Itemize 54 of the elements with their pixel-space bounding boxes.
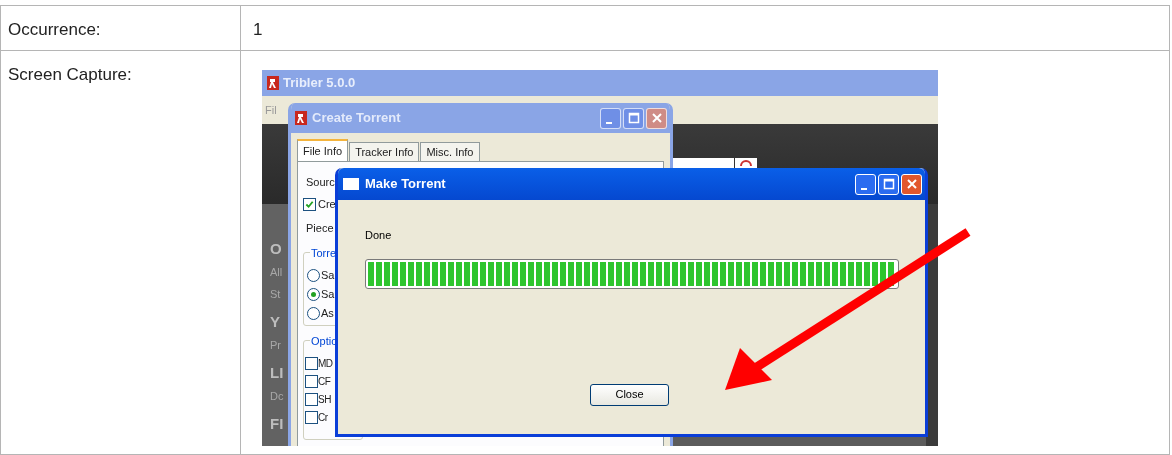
tab[interactable]: Misc. Info bbox=[420, 142, 480, 161]
checkmark-icon bbox=[305, 199, 314, 209]
checkbox-label: CF bbox=[318, 374, 331, 389]
checkbox-label: MD bbox=[318, 356, 333, 371]
sidebar-heading: Y bbox=[270, 313, 281, 331]
checkbox[interactable] bbox=[303, 197, 316, 211]
radio-label: Sa bbox=[321, 286, 335, 302]
row-value: 1 bbox=[253, 20, 263, 39]
checkbox[interactable] bbox=[305, 410, 318, 424]
checkbox[interactable] bbox=[305, 356, 318, 370]
minimize-icon bbox=[860, 187, 867, 190]
maximize-button[interactable] bbox=[878, 173, 899, 195]
sidebar-heading: LI bbox=[270, 364, 285, 382]
field-label: Sourc bbox=[306, 175, 335, 190]
sidebar-item[interactable]: Dc bbox=[270, 389, 288, 404]
sidebar-item[interactable]: All bbox=[270, 265, 288, 280]
close-button[interactable] bbox=[901, 173, 922, 195]
checkbox[interactable] bbox=[305, 392, 318, 406]
sidebar-heading: O bbox=[270, 240, 283, 258]
field-label: Piece bbox=[306, 221, 334, 236]
row-label: Occurrence: bbox=[8, 20, 101, 39]
maximize-icon bbox=[882, 178, 895, 190]
window-icon bbox=[343, 178, 359, 190]
minimize-button[interactable] bbox=[600, 107, 621, 129]
menu-item[interactable]: Fil bbox=[265, 104, 277, 116]
close-button[interactable] bbox=[646, 107, 667, 129]
checkbox-label: Cre bbox=[318, 196, 336, 212]
app-icon bbox=[295, 111, 307, 125]
close-icon bbox=[905, 178, 918, 190]
status-text: Done bbox=[365, 228, 393, 243]
checkbox-label: SH bbox=[318, 392, 331, 407]
sidebar-heading: FI bbox=[270, 415, 285, 433]
checkbox[interactable] bbox=[305, 374, 318, 388]
minimize-button[interactable] bbox=[855, 173, 876, 195]
row-label: Screen Capture: bbox=[8, 65, 132, 84]
close-button[interactable]: Close bbox=[590, 383, 669, 406]
checkbox-label: Cr bbox=[318, 410, 328, 425]
tab[interactable]: Tracker Info bbox=[349, 142, 420, 161]
maximize-icon bbox=[627, 112, 640, 124]
app-icon bbox=[267, 76, 279, 90]
search-icon bbox=[740, 158, 752, 166]
radio-button[interactable] bbox=[307, 268, 320, 282]
maximize-button[interactable] bbox=[623, 107, 644, 129]
radio-label: Sa bbox=[321, 267, 335, 283]
sidebar-item[interactable]: St bbox=[270, 287, 288, 302]
tab[interactable]: File Info bbox=[297, 139, 349, 161]
radio-button[interactable] bbox=[307, 306, 320, 320]
radio-label: As bbox=[321, 305, 334, 321]
window-title: Tribler 5.0.0 bbox=[283, 74, 356, 93]
radio-button[interactable] bbox=[307, 287, 320, 301]
sidebar-item[interactable]: Pr bbox=[270, 338, 288, 353]
window-title: Create Torrent bbox=[312, 109, 402, 128]
close-icon bbox=[650, 112, 663, 124]
window-title: Make Torrent bbox=[365, 175, 447, 194]
